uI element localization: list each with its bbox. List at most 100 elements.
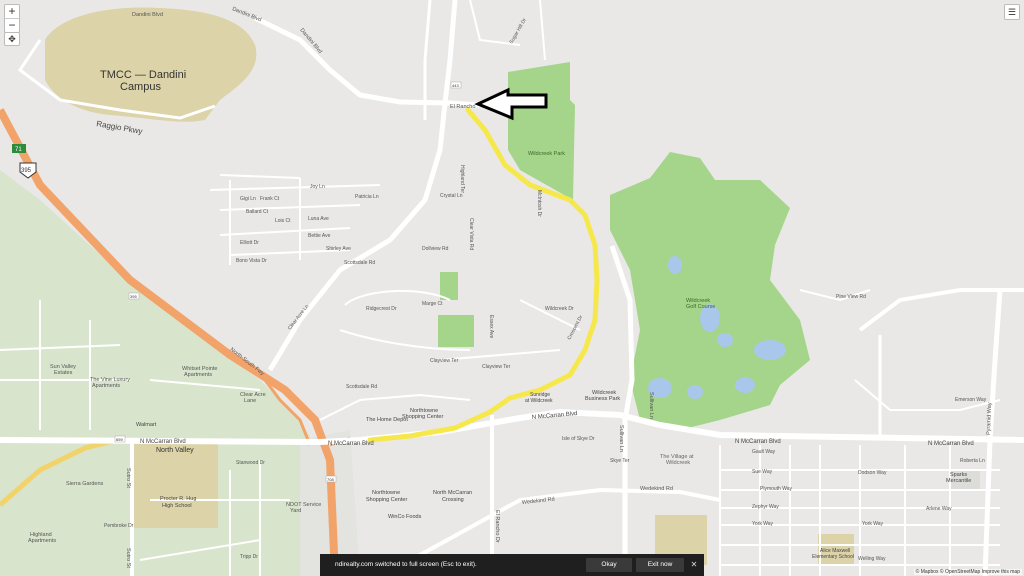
label-north-valley: North Valley <box>156 447 194 454</box>
label-plymouth: Plymouth Way <box>760 486 793 492</box>
compass-icon[interactable]: ✥ <box>4 32 20 46</box>
golf-lake <box>687 385 703 399</box>
label-dandini-blvd-top: Dandini Blvd <box>132 12 163 18</box>
label-welling: Welling Way <box>858 556 886 562</box>
label-dodson: Dodson Way <box>858 470 887 476</box>
fullscreen-notification-bar: ndirealty.com switched to full screen (E… <box>320 554 704 576</box>
golf-lake <box>668 256 682 274</box>
label-highland2: Apartments <box>28 538 56 544</box>
label-pine-view: Pine View Rd <box>836 294 866 300</box>
label-vine2: Apartments <box>92 383 120 389</box>
label-mcintosh: McIntosh Dr <box>536 190 542 217</box>
label-northtowne-south2: Shopping Center <box>366 497 407 503</box>
label-n-mccarran-mid: N McCarran Blvd <box>328 441 374 447</box>
shield-443-text: 443 <box>452 83 459 88</box>
label-dolllview: Dollview Rd <box>422 246 449 252</box>
label-sunridge2: at Wildcreek <box>525 398 553 404</box>
label-high-school: High School <box>162 503 192 509</box>
label-northtowne-south: Northtowne <box>372 490 400 496</box>
map-canvas[interactable]: Dandini Blvd Dandini Blvd Dandini Blvd T… <box>0 0 1024 576</box>
label-sutro: Sutro St <box>125 468 131 488</box>
shield-708-text: 708 <box>327 477 334 482</box>
close-icon[interactable]: ✕ <box>689 558 699 572</box>
label-wildcreek-dr: Wildcreek Dr <box>545 306 574 312</box>
exit-now-button[interactable]: Exit now <box>636 558 684 572</box>
label-sullivan2: Sullivan Ln <box>618 425 624 452</box>
label-golf-course: Golf Course <box>686 304 715 310</box>
label-isle-skye: Isle of Skye Dr <box>562 436 595 442</box>
label-patricia: Patricia Ln <box>355 194 379 200</box>
label-sue-way: Sue Way <box>752 469 773 475</box>
procter-hug-school-area <box>130 444 218 528</box>
zoom-out-button[interactable]: − <box>5 18 19 32</box>
map-attribution[interactable]: © Mapbox © OpenStreetMap Improve this ma… <box>913 569 1022 575</box>
label-scottsdale: Scottsdale Rd <box>344 260 375 266</box>
label-pyramid-way: Pyramid Way <box>986 402 993 435</box>
label-york-way2: York Way <box>862 521 884 527</box>
label-arlene: Arlene Way <box>926 506 952 512</box>
label-roberta: Roberta Ln <box>960 458 985 464</box>
label-gault-way: Gault Way <box>752 449 776 455</box>
shield-659-text: 659 <box>116 437 123 442</box>
label-bettie: Bettie Ave <box>308 233 331 239</box>
label-village2: Wildcreek <box>666 460 690 466</box>
layers-icon[interactable]: ☰ <box>1004 4 1020 20</box>
label-scottsdale2: Scottsdale Rd <box>346 384 377 390</box>
golf-lake <box>754 340 786 360</box>
label-walmart: Walmart <box>136 422 157 428</box>
label-n-mccarran-right: N McCarran Blvd <box>735 439 781 445</box>
label-stanwood: Stanwood Dr <box>236 460 265 466</box>
label-sullivan: Sullivan Ln <box>648 392 654 419</box>
small-park <box>438 315 474 347</box>
label-clayview2: Clayview Ter <box>482 364 511 370</box>
label-ballard: Ballard Ct <box>246 209 269 215</box>
label-emerson: Emerson Way <box>955 397 987 403</box>
label-winco: WinCo Foods <box>388 514 422 520</box>
label-n-mccarran-far: N McCarran Blvd <box>928 441 974 447</box>
label-campus: Campus <box>120 81 161 93</box>
zoom-control: + − <box>4 4 20 33</box>
label-joy: Joy Ln <box>310 184 325 190</box>
label-clayview: Clayview Ter <box>430 358 459 364</box>
golf-lake <box>717 333 733 347</box>
label-skye-ter: Skye Ter <box>610 458 630 464</box>
label-crystal: Crystal Ln <box>440 193 463 199</box>
label-clear-vista: Clear Vista Rd <box>468 218 474 250</box>
label-york-way: York Way <box>752 521 774 527</box>
label-shirley: Shirley Ave <box>326 246 351 252</box>
label-wedekind2: Wedekind Rd <box>640 486 673 492</box>
route-395-text: 395 <box>21 168 32 174</box>
label-nm-crossing: North McCarran <box>433 490 472 496</box>
label-lois: Lois Ct <box>275 218 291 224</box>
zoom-in-button[interactable]: + <box>5 5 19 18</box>
label-el-rancho-dr: El Rancho Dr <box>494 510 500 543</box>
label-frank: Frank Ct <box>260 196 280 202</box>
label-ndot2: Yard <box>290 508 301 514</box>
route-71-text: 71 <box>15 147 22 153</box>
label-sutro2: Sutro St <box>125 548 131 568</box>
label-estates: Estates <box>54 370 73 376</box>
shield-395-text: 395 <box>130 294 137 299</box>
label-ridgecrest: Ridgecrest Dr <box>366 306 397 312</box>
label-tmcc: TMCC — Dandini <box>100 69 186 81</box>
label-wildcreek-park: Wildcreek Park <box>528 151 565 157</box>
label-sierra-gardens: Sierra Gardens <box>66 481 104 487</box>
label-whitset2: Apartments <box>184 372 212 378</box>
fullscreen-message: ndirealty.com switched to full screen (E… <box>335 561 477 568</box>
okay-button[interactable]: Okay <box>586 558 632 572</box>
golf-lake <box>735 377 755 393</box>
label-gigi: Gigi Ln <box>240 196 256 202</box>
label-home-depot: The Home Depot <box>366 417 408 423</box>
label-bono-vista: Bono Vista Dr <box>236 258 267 264</box>
label-el-rancho: El Rancho <box>450 104 475 110</box>
label-northtowne-sc2: Shopping Center <box>402 414 443 420</box>
label-pembroke: Pembroke Dr <box>104 523 134 529</box>
label-luna: Luna Ave <box>308 216 329 222</box>
label-mercantile: Mercantile <box>946 478 971 484</box>
label-elliott: Elliott Dr <box>240 240 259 246</box>
label-clear-acre2: Lane <box>244 398 256 404</box>
label-highland-ter: Highland Ter <box>459 165 465 193</box>
label-n-mccarran-left: N McCarran Blvd <box>140 439 186 445</box>
label-tripp: Tripp Dr <box>240 554 258 560</box>
label-business-park: Business Park <box>585 396 620 402</box>
